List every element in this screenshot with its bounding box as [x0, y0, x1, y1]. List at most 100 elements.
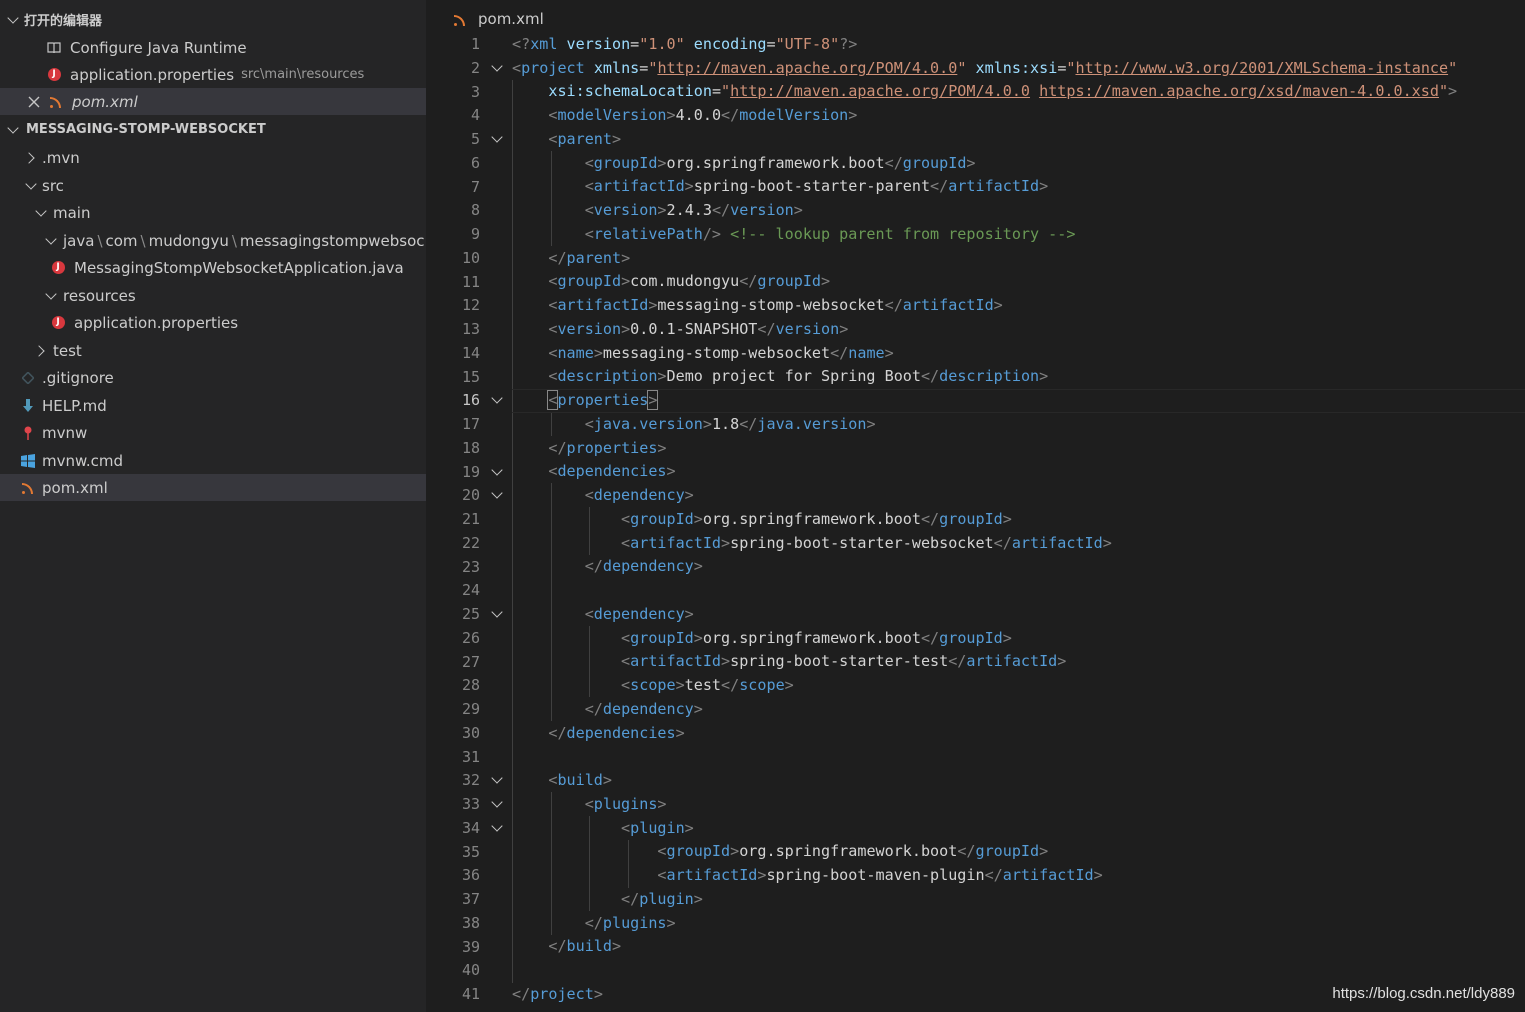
code-line: </build> — [548, 937, 622, 955]
fold-chevron-icon[interactable] — [490, 823, 504, 837]
code-line: <?xml version="1.0" encoding="UTF-8"?> — [512, 35, 858, 53]
fold-chevron-icon[interactable] — [490, 775, 504, 789]
book-icon — [46, 40, 62, 56]
line-number: 14 — [461, 344, 480, 362]
line-number: 2 — [470, 59, 480, 77]
line-number: 32 — [461, 771, 480, 789]
open-editor-pom-xml[interactable]: pom.xml — [0, 88, 452, 115]
line-number: 29 — [461, 700, 480, 718]
fold-chevron-icon[interactable] — [490, 63, 504, 77]
code-line: <groupId>org.springframework.boot</group… — [621, 510, 1012, 528]
line-number: 7 — [470, 178, 480, 196]
code-line: <relativePath/> <!-- lookup parent from … — [584, 225, 1076, 243]
chevron-right-icon — [34, 344, 48, 358]
tree-file-pom-xml[interactable]: pom.xml — [0, 474, 446, 501]
fold-chevron-icon[interactable] — [490, 134, 504, 148]
code-line: </parent> — [548, 249, 631, 267]
tree-folder-main[interactable]: main — [0, 199, 460, 226]
line-number: 36 — [461, 866, 480, 884]
code-line: </dependency> — [584, 700, 703, 718]
open-editor-application-properties[interactable]: J application.properties src\main\resour… — [0, 61, 472, 88]
explorer-sidebar: 打开的编辑器 Configure Java Runtime J applicat… — [0, 0, 452, 1012]
code-line: </properties> — [548, 439, 667, 457]
code-line: <groupId>org.springframework.boot</group… — [657, 842, 1049, 860]
code-line: </plugin> — [621, 890, 703, 908]
tree-folder-java-package[interactable]: java \ com \ mudongyu \ messagingstompwe… — [0, 227, 470, 254]
code-line: </dependency> — [584, 557, 703, 575]
line-number: 21 — [461, 510, 480, 528]
code-line: <properties> — [547, 390, 659, 410]
code-line: <plugin> — [621, 819, 694, 837]
code-line: <java.version>1.8</java.version> — [584, 415, 876, 433]
watermark: https://blog.csdn.net/ldy889 — [1332, 985, 1515, 1002]
line-number: 26 — [461, 629, 480, 647]
tree-folder-test[interactable]: test — [0, 337, 460, 364]
code-line: <name>messaging-stomp-websocket</name> — [548, 344, 894, 362]
editor-pane[interactable]: pom.xml 1 2 3 4 5 6 7 8 9 10 11 12 13 14 15 16 17 18 19 20 2… — [426, 0, 1525, 1012]
line-number: 17 — [461, 415, 480, 433]
git-icon — [20, 370, 36, 386]
code-line: <groupId>org.springframework.boot</group… — [584, 154, 976, 172]
chevron-down-icon — [6, 13, 20, 27]
open-editors-header[interactable]: 打开的编辑器 — [0, 6, 432, 33]
line-number: 31 — [461, 748, 480, 766]
fold-chevron-icon[interactable] — [490, 395, 504, 409]
chevron-down-icon — [24, 179, 38, 193]
code-line: <artifactId>messaging-stomp-websocket</a… — [548, 296, 1003, 314]
line-number: 23 — [461, 558, 480, 576]
close-icon[interactable] — [26, 94, 42, 110]
line-number: 40 — [461, 961, 480, 979]
tree-file-help-md[interactable]: HELP.md — [0, 392, 446, 419]
tree-file-gitignore[interactable]: .gitignore — [0, 364, 446, 391]
code-line: <version>2.4.3</version> — [584, 201, 803, 219]
code-line: <artifactId>spring-boot-starter-parent</… — [584, 177, 1049, 195]
line-number: 10 — [461, 249, 480, 267]
fold-chevron-icon[interactable] — [490, 799, 504, 813]
code-line: <groupId>org.springframework.boot</group… — [621, 629, 1012, 647]
code-line: <artifactId>spring-boot-starter-websocke… — [621, 534, 1112, 552]
chevron-down-icon — [44, 234, 58, 248]
tree-folder-mvn[interactable]: .mvn — [0, 144, 450, 171]
tree-file-application-properties[interactable]: J application.properties — [0, 309, 476, 336]
current-line-highlight — [512, 389, 1525, 413]
tree-folder-src[interactable]: src — [0, 172, 450, 199]
fold-chevron-icon[interactable] — [490, 609, 504, 623]
spring-icon: J — [46, 67, 62, 83]
spring-icon: J — [50, 260, 66, 276]
line-number: 20 — [461, 486, 480, 504]
line-number: 15 — [461, 368, 480, 386]
line-number: 13 — [461, 320, 480, 338]
code-line: </plugins> — [584, 914, 676, 932]
code-line: <build> — [548, 771, 612, 789]
line-number: 35 — [461, 843, 480, 861]
open-editor-configure-java[interactable]: Configure Java Runtime — [0, 34, 472, 61]
code-line: </project> — [512, 985, 603, 1003]
code-line: xsi:schemaLocation="http://maven.apache.… — [548, 82, 1458, 100]
chevron-down-icon — [44, 289, 58, 303]
line-number: 39 — [461, 938, 480, 956]
line-number: 1 — [470, 35, 480, 53]
line-number: 18 — [461, 439, 480, 457]
line-number: 33 — [461, 795, 480, 813]
tree-folder-resources[interactable]: resources — [0, 282, 470, 309]
code-line: <version>0.0.1-SNAPSHOT</version> — [548, 320, 849, 338]
line-number: 28 — [461, 676, 480, 694]
project-header[interactable]: MESSAGING-STOMP-WEBSOCKET — [0, 116, 432, 143]
fold-chevron-icon[interactable] — [490, 467, 504, 481]
line-number: 25 — [461, 605, 480, 623]
line-number: 12 — [461, 296, 480, 314]
tree-file-mvnw-cmd[interactable]: mvnw.cmd — [0, 447, 446, 474]
line-number: 9 — [470, 225, 480, 243]
tree-file-application-java[interactable]: J MessagingStompWebsocketApplication.jav… — [0, 254, 476, 281]
fold-chevron-icon[interactable] — [490, 490, 504, 504]
tree-file-mvnw[interactable]: mvnw — [0, 419, 446, 446]
line-number: 37 — [461, 890, 480, 908]
windows-icon — [20, 453, 36, 469]
code-line: <artifactId>spring-boot-maven-plugin</ar… — [657, 866, 1103, 884]
code-line: <scope>test</scope> — [621, 676, 794, 694]
breadcrumb[interactable]: pom.xml — [452, 8, 544, 30]
line-number: 41 — [461, 985, 480, 1003]
markdown-down-arrow-icon — [20, 398, 36, 414]
code-line: <description>Demo project for Spring Boo… — [548, 367, 1049, 385]
code-line: </dependencies> — [548, 724, 685, 742]
